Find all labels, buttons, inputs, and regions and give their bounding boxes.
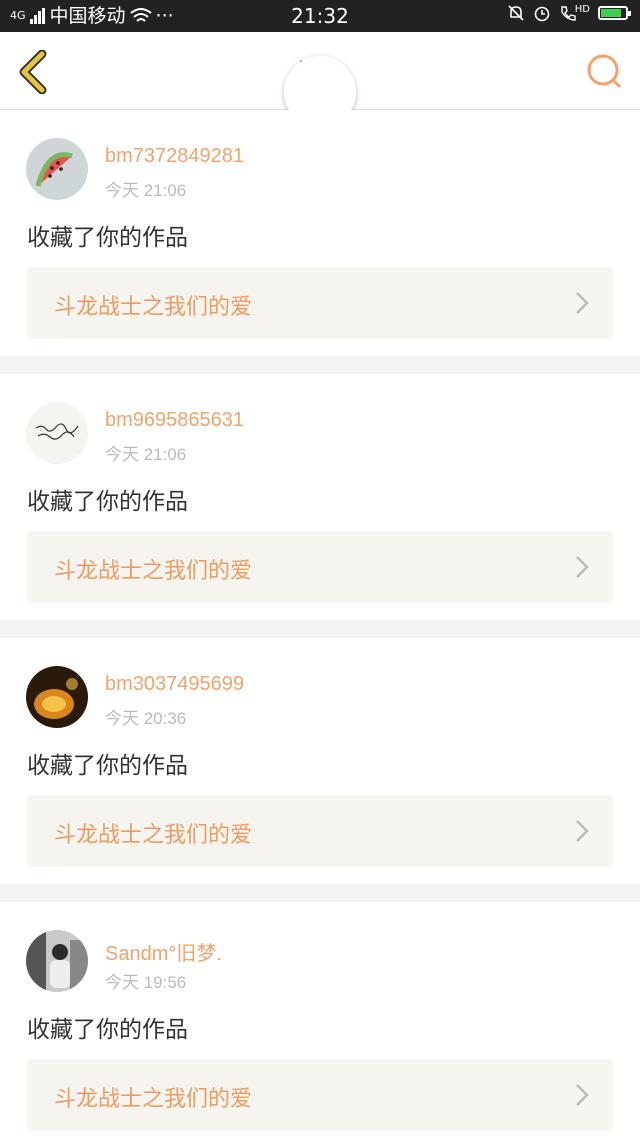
battery-icon — [598, 6, 631, 20]
nav-bar: 消息 — [0, 32, 640, 128]
action-text: 收藏了你的作品 — [27, 1017, 188, 1043]
photo-avatar[interactable] — [26, 930, 88, 992]
work-title: 斗龙战士之我们的爱 — [54, 823, 253, 848]
username-link[interactable]: bm7372849281 — [105, 145, 244, 168]
action-text: 收藏了你的作品 — [27, 489, 188, 515]
status-bar: 4G 中国移动 ··· 21:32 HD — [0, 0, 640, 32]
chevron-right-icon — [576, 1084, 589, 1106]
chevron-right-icon — [576, 820, 589, 842]
watermelon-avatar[interactable] — [26, 138, 88, 200]
alarm-icon — [534, 6, 550, 22]
action-text: 收藏了你的作品 — [27, 753, 188, 779]
notification-time: 今天 19:56 — [105, 973, 187, 992]
pumpkin-avatar[interactable] — [26, 666, 88, 728]
work-title: 斗龙战士之我们的爱 — [54, 295, 253, 320]
work-link[interactable]: 斗龙战士之我们的爱 — [27, 795, 613, 867]
notification-time: 今天 21:06 — [105, 445, 187, 464]
work-title: 斗龙战士之我们的爱 — [54, 1087, 253, 1112]
work-link[interactable]: 斗龙战士之我们的爱 — [27, 267, 613, 339]
work-link[interactable]: 斗龙战士之我们的爱 — [27, 531, 613, 603]
work-title: 斗龙战士之我们的爱 — [54, 559, 253, 584]
notification-card: bm3037495699 今天 20:36 收藏了你的作品斗龙战士之我们的爱 — [0, 638, 640, 884]
status-right: HD — [507, 3, 631, 22]
notification-card: bm9695865631 今天 21:06 收藏了你的作品斗龙战士之我们的爱 — [0, 374, 640, 620]
search-icon[interactable] — [584, 52, 624, 92]
notification-card: bm7372849281 今天 21:06 收藏了你的作品斗龙战士之我们的爱 — [0, 110, 640, 356]
notification-time: 今天 21:06 — [105, 181, 187, 200]
hd-label: HD — [574, 3, 590, 15]
notification-time: 今天 20:36 — [105, 709, 187, 728]
action-text: 收藏了你的作品 — [27, 225, 188, 251]
username-link[interactable]: bm3037495699 — [105, 673, 244, 696]
chevron-right-icon — [576, 556, 589, 578]
username-link[interactable]: bm9695865631 — [105, 409, 244, 432]
notification-card: Sandm°旧梦. 今天 19:56 收藏了你的作品斗龙战士之我们的爱 — [0, 902, 640, 1138]
work-link[interactable]: 斗龙战士之我们的爱 — [27, 1059, 613, 1131]
username-link[interactable]: Sandm°旧梦. — [105, 937, 222, 966]
mute-bell-icon — [508, 5, 524, 21]
calligraphy-avatar[interactable] — [26, 402, 88, 464]
chevron-right-icon — [576, 292, 589, 314]
